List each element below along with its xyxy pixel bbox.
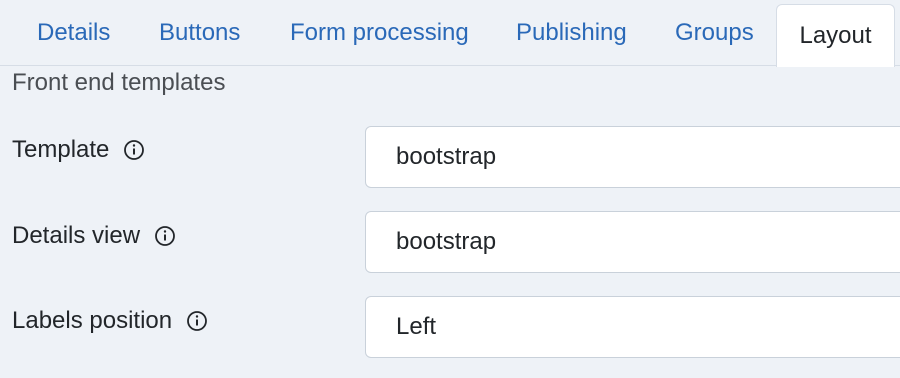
info-circle-icon[interactable] bbox=[154, 225, 176, 247]
details-view-select[interactable]: bootstrap bbox=[365, 211, 900, 273]
labels-position-label: Labels position bbox=[12, 307, 208, 335]
info-circle-icon[interactable] bbox=[123, 139, 145, 161]
tab-groups[interactable]: Groups bbox=[675, 0, 754, 66]
section-title: Front end templates bbox=[12, 69, 226, 96]
template-label: Template bbox=[12, 136, 145, 164]
labels-position-select[interactable]: Left bbox=[365, 296, 900, 358]
tab-buttons[interactable]: Buttons bbox=[159, 0, 240, 66]
details-view-label: Details view bbox=[12, 222, 176, 250]
info-circle-icon[interactable] bbox=[186, 310, 208, 332]
tab-form-processing[interactable]: Form processing bbox=[290, 0, 469, 66]
details-view-label-text: Details view bbox=[12, 222, 141, 249]
tab-bar: Details Buttons Form processing Publishi… bbox=[0, 0, 900, 67]
template-select[interactable]: bootstrap bbox=[365, 126, 900, 188]
tab-details[interactable]: Details bbox=[37, 0, 110, 66]
tab-layout[interactable]: Layout bbox=[776, 4, 895, 67]
template-label-text: Template bbox=[12, 136, 110, 163]
tab-publishing[interactable]: Publishing bbox=[516, 0, 627, 66]
labels-position-label-text: Labels position bbox=[12, 307, 173, 334]
